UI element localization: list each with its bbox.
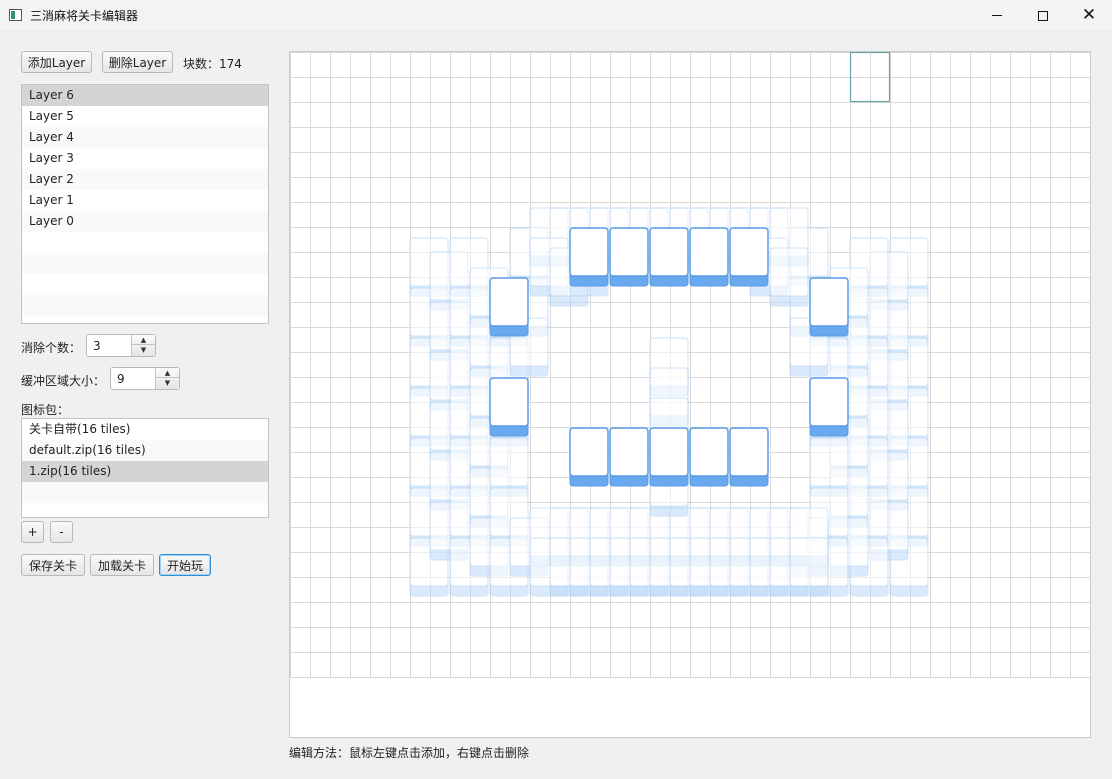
buffer-size-label: 缓冲区域大小： — [21, 374, 106, 388]
icon-pack-item[interactable]: 1.zip(16 tiles) — [22, 461, 268, 482]
empty-row — [22, 482, 268, 503]
mahjong-tile[interactable] — [729, 427, 769, 487]
spin-up-arrow-icon[interactable]: ▲ — [132, 335, 155, 345]
faded-tile[interactable] — [769, 247, 809, 307]
layer-item[interactable]: Layer 6 — [22, 85, 268, 106]
mahjong-tile[interactable] — [609, 427, 649, 487]
empty-row — [22, 274, 268, 295]
tile-grid[interactable] — [290, 52, 1090, 737]
layer-list[interactable]: Layer 6 Layer 5 Layer 4 Layer 3 Layer 2 … — [21, 84, 269, 324]
save-level-button[interactable]: 保存关卡 — [21, 554, 85, 576]
level-editor-canvas[interactable] — [289, 51, 1091, 738]
mahjong-tile[interactable] — [809, 377, 849, 437]
close-button[interactable]: ✕ — [1066, 0, 1112, 31]
empty-row — [22, 295, 268, 316]
title-bar: 三消麻将关卡编辑器 ✕ — [0, 0, 1112, 31]
spin-up-arrow-icon[interactable]: ▲ — [156, 368, 179, 378]
maximize-button[interactable] — [1020, 0, 1066, 31]
mahjong-tile[interactable] — [489, 277, 529, 337]
load-level-button[interactable]: 加载关卡 — [90, 554, 154, 576]
eliminate-count-spinner[interactable]: 3 ▲ ▼ — [86, 334, 156, 357]
empty-row — [22, 253, 268, 274]
mahjong-tile[interactable] — [809, 277, 849, 337]
spin-down-arrow-icon[interactable]: ▼ — [132, 345, 155, 355]
maximize-icon — [1038, 10, 1048, 21]
empty-row — [22, 316, 268, 323]
start-play-button[interactable]: 开始玩 — [159, 554, 211, 576]
mahjong-tile[interactable] — [609, 227, 649, 287]
close-icon: ✕ — [1081, 5, 1097, 25]
buffer-size-spinner[interactable]: 9 ▲ ▼ — [110, 367, 180, 390]
icon-pack-label: 图标包： — [21, 403, 70, 417]
app-window-icon — [9, 9, 22, 21]
eliminate-count-value[interactable]: 3 — [93, 339, 101, 353]
layer-item[interactable]: Layer 4 — [22, 127, 268, 148]
window-title: 三消麻将关卡编辑器 — [30, 9, 139, 23]
mahjong-tile[interactable] — [569, 227, 609, 287]
mahjong-tile[interactable] — [649, 227, 689, 287]
add-icon-pack-button[interactable]: + — [21, 521, 44, 543]
mahjong-tile[interactable] — [489, 377, 529, 437]
mahjong-tile[interactable] — [689, 227, 729, 287]
minimize-button[interactable] — [974, 0, 1020, 31]
layer-item[interactable]: Layer 2 — [22, 169, 268, 190]
buffer-size-value[interactable]: 9 — [117, 372, 125, 386]
edit-hint: 编辑方法：鼠标左键点击添加，右键点击删除 — [289, 746, 530, 760]
eliminate-count-label: 消除个数： — [21, 341, 82, 355]
mahjong-tile[interactable] — [689, 427, 729, 487]
empty-row — [22, 232, 268, 253]
icon-pack-list[interactable]: 关卡自带(16 tiles) default.zip(16 tiles) 1.z… — [21, 418, 269, 518]
icon-pack-item[interactable]: default.zip(16 tiles) — [22, 440, 268, 461]
add-layer-button[interactable]: 添加Layer — [21, 51, 92, 73]
icon-pack-item[interactable]: 关卡自带(16 tiles) — [22, 419, 268, 440]
layer-item[interactable]: Layer 5 — [22, 106, 268, 127]
remove-icon-pack-button[interactable]: - — [50, 521, 73, 543]
mahjong-tile[interactable] — [729, 227, 769, 287]
layer-item[interactable]: Layer 3 — [22, 148, 268, 169]
block-count: 块数：174 — [183, 57, 242, 71]
delete-layer-button[interactable]: 删除Layer — [102, 51, 173, 73]
minimize-icon — [992, 15, 1002, 16]
mahjong-tile[interactable] — [569, 427, 609, 487]
faded-tile[interactable] — [809, 437, 849, 497]
spinner-arrows: ▲ ▼ — [155, 368, 179, 389]
layer-item[interactable]: Layer 1 — [22, 190, 268, 211]
layer-item[interactable]: Layer 0 — [22, 211, 268, 232]
faded-tile[interactable] — [789, 537, 829, 597]
mahjong-tile[interactable] — [649, 427, 689, 487]
faded-tile[interactable] — [489, 437, 529, 497]
spinner-arrows: ▲ ▼ — [131, 335, 155, 356]
spin-down-arrow-icon[interactable]: ▼ — [156, 378, 179, 388]
